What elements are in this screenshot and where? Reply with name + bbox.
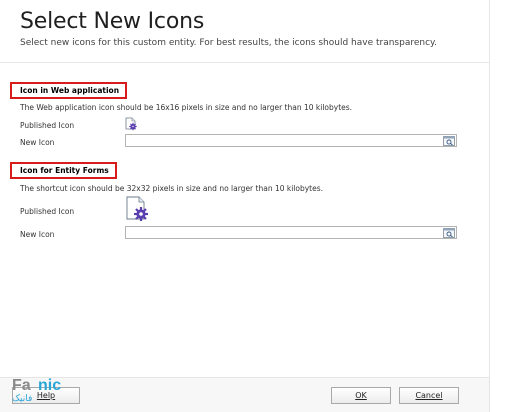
- ok-button-label: OK: [355, 391, 367, 400]
- right-border: [489, 0, 490, 412]
- web-published-icon-label: Published Icon: [20, 121, 75, 130]
- header-divider: [0, 62, 489, 63]
- watermark-logo: Fa nic فانیک: [8, 376, 74, 406]
- form-icon-description: The shortcut icon should be 32x32 pixels…: [20, 184, 324, 193]
- form-new-icon-label: New Icon: [20, 230, 55, 239]
- watermark-brand-gray: Fa: [12, 377, 31, 394]
- dialog-title: Select New Icons: [20, 9, 205, 34]
- ok-button[interactable]: OK: [331, 387, 391, 404]
- form-published-icon-label: Published Icon: [20, 207, 75, 216]
- web-new-icon-input[interactable]: [125, 134, 457, 147]
- dialog-header: Select New Icons Select new icons for th…: [0, 0, 489, 62]
- web-icon-section-heading: Icon in Web application: [10, 82, 128, 99]
- web-new-icon-label: New Icon: [20, 138, 55, 147]
- dialog-subtitle: Select new icons for this custom entity.…: [20, 38, 437, 48]
- document-gear-icon: [124, 117, 138, 131]
- cancel-button-label: Cancel: [415, 391, 443, 400]
- browse-icon[interactable]: [442, 135, 455, 146]
- cancel-button[interactable]: Cancel: [399, 387, 459, 404]
- watermark-brand-sub: فانیک: [12, 394, 33, 404]
- watermark-brand-blue: nic: [38, 377, 62, 394]
- web-icon-description: The Web application icon should be 16x16…: [20, 103, 353, 112]
- browse-icon[interactable]: [442, 227, 455, 238]
- form-new-icon-input[interactable]: [125, 226, 457, 239]
- form-icon-section-heading: Icon for Entity Forms: [10, 162, 117, 179]
- document-gear-icon: [124, 196, 150, 222]
